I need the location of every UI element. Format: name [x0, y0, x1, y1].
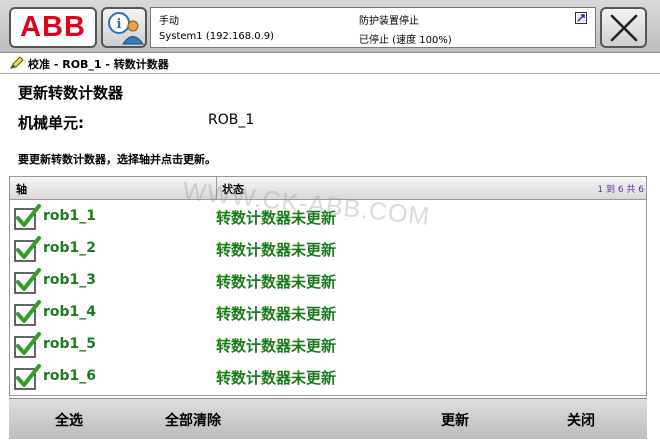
abb-logo: ABB — [20, 11, 86, 43]
safety-state: 防护装置停止 — [359, 16, 419, 27]
top-bar: ABB i 手动 System1 (192.168.0.9) 防护装置停止 已停… — [0, 0, 660, 53]
table-row[interactable]: rob1_1 转数计数器未更新 — [10, 201, 646, 233]
axis-name: rob1_6 — [43, 368, 97, 384]
svg-text:i: i — [117, 17, 122, 32]
mech-unit-label: 机械单元: — [18, 114, 84, 132]
system-name: System1 (192.168.0.9) — [159, 31, 275, 42]
operator-window-button[interactable]: i — [101, 7, 147, 48]
axis-status: 转数计数器未更新 — [216, 369, 337, 387]
status-bar[interactable]: 手动 System1 (192.168.0.9) 防护装置停止 已停止 (速度 … — [150, 7, 596, 48]
page-heading: 更新转数计数器 — [18, 84, 124, 102]
axis-table: 轴 状态 1 到 6 共 6 rob1_1 转数计数器未更新 rob1_2 转数… — [9, 176, 647, 396]
abb-menu-button[interactable]: ABB — [9, 7, 97, 48]
axis-name: rob1_3 — [43, 272, 97, 288]
checkbox-checked-icon[interactable] — [14, 236, 41, 263]
axis-status: 转数计数器未更新 — [216, 337, 337, 355]
update-button[interactable]: 更新 — [441, 410, 469, 430]
info-person-icon: i — [108, 12, 144, 45]
close-button[interactable]: 关闭 — [567, 410, 595, 430]
table-row[interactable]: rob1_4 转数计数器未更新 — [10, 297, 646, 329]
select-all-button[interactable]: 全选 — [55, 410, 83, 430]
close-icon — [610, 14, 638, 42]
run-state: 已停止 (速度 100%) — [359, 35, 452, 46]
event-flag-icon — [575, 12, 587, 24]
window-close-button[interactable] — [600, 7, 647, 48]
checkbox-checked-icon[interactable] — [14, 332, 41, 359]
axis-status: 转数计数器未更新 — [216, 241, 337, 259]
column-header-status[interactable]: 状态 — [222, 181, 244, 197]
axis-status: 转数计数器未更新 — [216, 305, 337, 323]
axis-status: 转数计数器未更新 — [216, 273, 337, 291]
axis-status: 转数计数器未更新 — [216, 209, 337, 227]
clear-all-button[interactable]: 全部清除 — [165, 410, 221, 430]
axis-name: rob1_2 — [43, 240, 97, 256]
command-bar: 全选 全部清除 更新 关闭 — [9, 398, 647, 439]
axis-name: rob1_5 — [43, 336, 97, 352]
mech-unit-value: ROB_1 — [208, 112, 255, 128]
checkbox-checked-icon[interactable] — [14, 268, 41, 295]
table-row[interactable]: rob1_3 转数计数器未更新 — [10, 265, 646, 297]
checkbox-checked-icon[interactable] — [14, 204, 41, 231]
column-divider — [216, 177, 217, 199]
checkbox-checked-icon[interactable] — [14, 364, 41, 391]
axis-name: rob1_4 — [43, 304, 97, 320]
operating-mode: 手动 — [159, 16, 179, 27]
table-row[interactable]: rob1_6 转数计数器未更新 — [10, 361, 646, 393]
axis-name: rob1_1 — [43, 208, 97, 224]
row-count: 1 到 6 共 6 — [597, 185, 644, 195]
table-header: 轴 状态 1 到 6 共 6 — [10, 177, 646, 200]
instruction-text: 要更新转数计数器，选择轴并点击更新。 — [18, 153, 216, 166]
view-title-bar: 校准 - ROB_1 - 转数计数器 — [0, 53, 660, 74]
calibrate-pencil-icon — [10, 56, 24, 69]
table-row[interactable]: rob1_5 转数计数器未更新 — [10, 329, 646, 361]
table-row[interactable]: rob1_2 转数计数器未更新 — [10, 233, 646, 265]
checkbox-checked-icon[interactable] — [14, 300, 41, 327]
column-header-axis[interactable]: 轴 — [16, 181, 27, 197]
view-title: 校准 - ROB_1 - 转数计数器 — [28, 58, 169, 71]
